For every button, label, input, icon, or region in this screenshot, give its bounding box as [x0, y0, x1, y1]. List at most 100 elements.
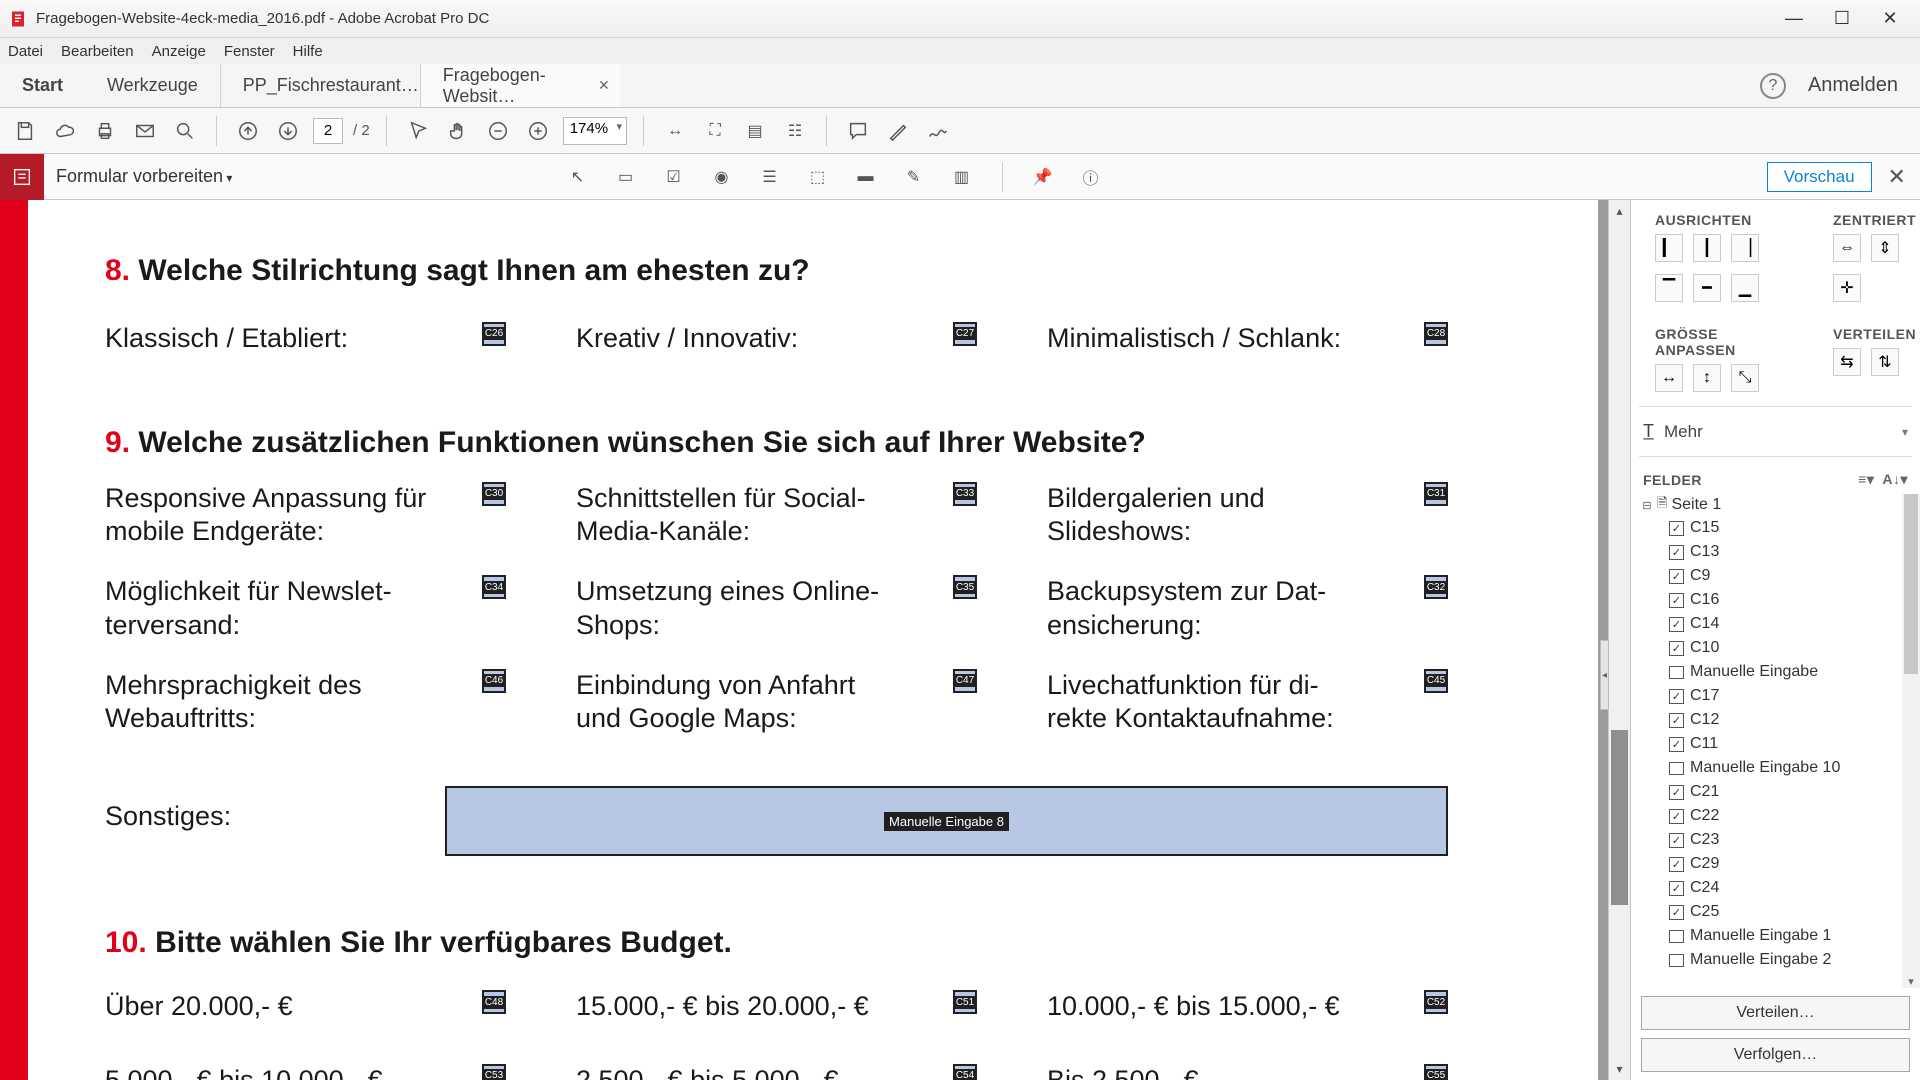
select-object-icon[interactable]: ↖ — [564, 163, 592, 191]
list-icon[interactable]: ☰ — [756, 163, 784, 191]
comment-icon[interactable] — [843, 116, 873, 146]
barcode-icon[interactable]: ▥ — [948, 163, 976, 191]
field-item[interactable]: Manuelle Eingabe 10 — [1641, 756, 1916, 780]
preview-button[interactable]: Vorschau — [1767, 162, 1872, 192]
align-top-icon[interactable]: ▔ — [1655, 274, 1683, 302]
field-item[interactable]: ✓C16 — [1641, 588, 1916, 612]
align-bottom-icon[interactable]: ▁ — [1731, 274, 1759, 302]
checkbox-c54[interactable]: C54 — [953, 1064, 977, 1080]
form-tool-name[interactable]: Formular vorbereiten — [56, 166, 232, 187]
field-item[interactable]: Manuelle Eingabe 1 — [1641, 924, 1916, 948]
maximize-button[interactable]: ☐ — [1830, 7, 1854, 31]
field-item[interactable]: ✓C29 — [1641, 852, 1916, 876]
search-icon[interactable] — [170, 116, 200, 146]
field-item[interactable]: ✓C10 — [1641, 636, 1916, 660]
field-item[interactable]: ✓C22 — [1641, 804, 1916, 828]
text-field-manuelle-8[interactable]: Manuelle Eingabe 8 — [445, 786, 1448, 856]
field-item[interactable]: ✓C21 — [1641, 780, 1916, 804]
checkbox-c45[interactable]: C45 — [1424, 669, 1448, 693]
radio-icon[interactable]: ◉ — [708, 163, 736, 191]
checkbox-c28[interactable]: C28 — [1424, 322, 1448, 346]
tab-tools[interactable]: Werkzeuge — [85, 64, 220, 107]
menu-window[interactable]: Fenster — [224, 43, 275, 60]
checkbox-c53[interactable]: C53 — [482, 1064, 506, 1080]
vertical-scrollbar[interactable]: ▴ ▾ ◂ — [1608, 200, 1630, 1080]
field-item[interactable]: ✓C24 — [1641, 876, 1916, 900]
align-middle-icon[interactable]: ━ — [1693, 274, 1721, 302]
align-center-icon[interactable]: ┃ — [1693, 234, 1721, 262]
checkbox-icon[interactable]: ☑ — [660, 163, 688, 191]
center-v-icon[interactable]: ⇕ — [1871, 234, 1899, 262]
checkbox-c35[interactable]: C35 — [953, 575, 977, 599]
center-h-icon[interactable]: ⇔ — [1833, 234, 1861, 262]
field-item[interactable]: ✓C23 — [1641, 828, 1916, 852]
checkbox-c33[interactable]: C33 — [953, 482, 977, 506]
menu-file[interactable]: Datei — [8, 43, 43, 60]
checkbox-c52[interactable]: C52 — [1424, 990, 1448, 1014]
menu-view[interactable]: Anzeige — [152, 43, 206, 60]
checkbox-c51[interactable]: C51 — [953, 990, 977, 1014]
field-item[interactable]: Manuelle Eingabe — [1641, 660, 1916, 684]
pin-icon[interactable]: 📌 — [1029, 163, 1057, 191]
checkbox-c46[interactable]: C46 — [482, 669, 506, 693]
center-both-icon[interactable]: ✛ — [1833, 274, 1861, 302]
print-icon[interactable] — [90, 116, 120, 146]
track-button[interactable]: Verfolgen… — [1641, 1038, 1910, 1072]
checkbox-c32[interactable]: C32 — [1424, 575, 1448, 599]
checkbox-c48[interactable]: C48 — [482, 990, 506, 1014]
field-item[interactable]: ✓C11 — [1641, 732, 1916, 756]
scroll-down-icon[interactable]: ▾ — [1609, 1058, 1630, 1080]
signin-link[interactable]: Anmelden — [1808, 74, 1898, 97]
zoom-in-icon[interactable] — [523, 116, 553, 146]
order-icon[interactable]: A↓▾ — [1882, 471, 1908, 488]
zoom-out-icon[interactable] — [483, 116, 513, 146]
field-item[interactable]: ✓C12 — [1641, 708, 1916, 732]
distrib-v-icon[interactable]: ⇅ — [1871, 348, 1899, 376]
zoom-select[interactable]: 174% — [563, 117, 627, 145]
close-button[interactable]: ✕ — [1878, 7, 1902, 31]
sort-icon[interactable]: ≡▾ — [1858, 471, 1874, 488]
checkbox-c31[interactable]: C31 — [1424, 482, 1448, 506]
close-panel-icon[interactable]: ✕ — [1888, 164, 1906, 190]
size-both-icon[interactable]: ⤡ — [1731, 364, 1759, 392]
highlight-icon[interactable] — [883, 116, 913, 146]
reflow-icon[interactable]: ▤ — [740, 116, 770, 146]
checkbox-c27[interactable]: C27 — [953, 322, 977, 346]
checkbox-c34[interactable]: C34 — [482, 575, 506, 599]
tab-doc-2[interactable]: Fragebogen-Websit…✕ — [420, 64, 620, 107]
page-number-input[interactable] — [313, 118, 343, 144]
field-item[interactable]: ✓C14 — [1641, 612, 1916, 636]
tab-start[interactable]: Start — [0, 64, 85, 107]
signature-icon[interactable]: ✎ — [900, 163, 928, 191]
checkbox-c30[interactable]: C30 — [482, 482, 506, 506]
close-tab-icon[interactable]: ✕ — [598, 77, 610, 94]
field-item[interactable]: ✓C25 — [1641, 900, 1916, 924]
right-panel-toggle[interactable]: ◂ — [1600, 640, 1609, 710]
fields-tree[interactable]: ▾ ⊟ 🗎 Seite 1 ✓C15✓C13✓C9✓C16✓C14✓C10Man… — [1631, 494, 1920, 988]
menu-help[interactable]: Hilfe — [293, 43, 323, 60]
scroll-up-icon[interactable]: ▴ — [1609, 200, 1630, 222]
field-item[interactable]: ✓C9 — [1641, 564, 1916, 588]
save-icon[interactable] — [10, 116, 40, 146]
field-item[interactable]: ✓C15 — [1641, 516, 1916, 540]
field-item[interactable]: ✓C13 — [1641, 540, 1916, 564]
hand-icon[interactable] — [443, 116, 473, 146]
field-item[interactable]: ✓C17 — [1641, 684, 1916, 708]
sign-icon[interactable] — [923, 116, 953, 146]
tree-scrollbar[interactable]: ▾ — [1902, 494, 1920, 988]
checkbox-c55[interactable]: C55 — [1424, 1064, 1448, 1080]
checkbox-c26[interactable]: C26 — [482, 322, 506, 346]
button-icon[interactable]: ▬ — [852, 163, 880, 191]
align-right-icon[interactable]: ▕ — [1731, 234, 1759, 262]
help-icon[interactable]: ? — [1760, 73, 1786, 99]
read-mode-icon[interactable]: ☷ — [780, 116, 810, 146]
fit-width-icon[interactable]: ↔ — [660, 116, 690, 146]
tree-page-node[interactable]: ⊟ 🗎 Seite 1 — [1641, 494, 1916, 516]
scroll-thumb[interactable] — [1611, 730, 1628, 905]
page-down-icon[interactable] — [273, 116, 303, 146]
cloud-icon[interactable] — [50, 116, 80, 146]
select-icon[interactable] — [403, 116, 433, 146]
fit-page-icon[interactable]: ⛶ — [700, 116, 730, 146]
mail-icon[interactable] — [130, 116, 160, 146]
page-up-icon[interactable] — [233, 116, 263, 146]
